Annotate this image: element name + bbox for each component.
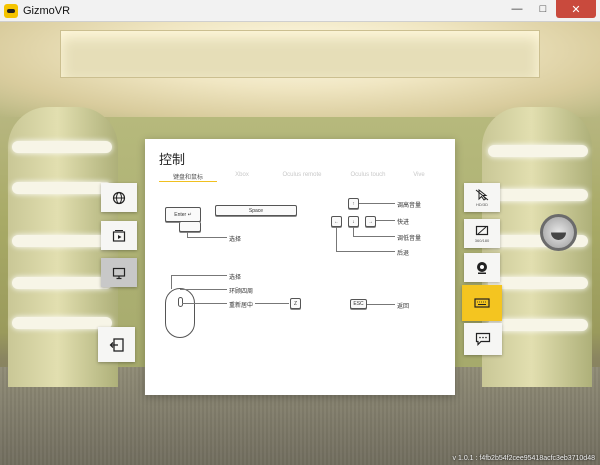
enter-key-base — [179, 222, 201, 232]
globe-icon — [112, 191, 126, 204]
tab-xbox[interactable]: Xbox — [217, 172, 267, 182]
controls-panel: 控制 键盘和鼠标 Xbox Oculus remote Oculus touch… — [145, 139, 455, 395]
left-menu-monitor-button[interactable] — [101, 258, 137, 287]
pointer-sub-label: HD/3D — [475, 201, 488, 207]
window-controls: — □ ✕ — [504, 0, 596, 18]
version-label: v 1.0.1 : f4fb2b54f2cee95418acfc3eb3710d… — [452, 455, 595, 462]
ceiling — [0, 22, 600, 117]
window-title: GizmoVR — [23, 4, 71, 17]
recenter-label: 重新居中 — [229, 303, 254, 309]
minimize-button[interactable]: — — [504, 0, 530, 18]
keyboard-icon — [474, 298, 490, 308]
panel-title: 控制 — [159, 152, 186, 167]
tab-keyboard-mouse[interactable]: 键盘和鼠标 — [159, 172, 217, 182]
enter-key: Enter ↵ — [165, 207, 201, 222]
tab-oculus-touch[interactable]: Oculus touch — [337, 172, 399, 182]
down-arrow-key: ↓ — [348, 216, 359, 227]
app-icon — [4, 3, 18, 18]
pointer-off-icon — [475, 188, 489, 201]
chat-icon — [475, 332, 491, 346]
left-menu-exit-button[interactable] — [98, 327, 135, 362]
right-menu-display-mode-button[interactable]: 360/180 — [464, 219, 500, 248]
right-menu-chat-button[interactable] — [464, 323, 502, 355]
display-mode-sub-label: 360/180 — [474, 237, 490, 243]
right-menu-pointer-button[interactable]: HD/3D — [464, 183, 500, 212]
right-arrow-key: → — [365, 216, 376, 227]
left-arrow-key: ← — [331, 216, 342, 227]
close-button[interactable]: ✕ — [556, 0, 596, 18]
controller-tabs: 键盘和鼠标 Xbox Oculus remote Oculus touch Vi… — [159, 172, 439, 182]
down-label: 调低音量 — [397, 236, 422, 242]
media-folder-icon — [112, 229, 126, 242]
display-mode-icon — [475, 225, 489, 235]
esc-label: 返回 — [397, 304, 410, 310]
esc-key: ESC — [350, 299, 367, 309]
eye-icon — [477, 261, 487, 274]
right-menu-keyboard-button[interactable] — [462, 285, 502, 321]
monitor-icon — [112, 267, 126, 279]
left-label: 后退 — [397, 251, 410, 257]
up-arrow-key: ↑ — [348, 198, 359, 209]
recenter-z-key: Z — [290, 298, 301, 309]
up-label: 调高音量 — [397, 203, 422, 209]
left-menu-media-button[interactable] — [101, 221, 137, 250]
mouse-select-label: 选择 — [229, 275, 242, 281]
mouse-diagram-icon — [165, 288, 195, 338]
enter-label: 选择 — [229, 237, 242, 243]
left-menu-globe-button[interactable] — [101, 183, 137, 212]
right-label: 快进 — [397, 220, 410, 226]
mouse-look-label: 环顾四周 — [229, 289, 254, 295]
space-key: Space — [215, 205, 297, 216]
tab-vive[interactable]: Vive — [399, 172, 439, 182]
right-menu-eye-button[interactable] — [464, 253, 500, 282]
exit-icon — [109, 337, 124, 352]
gizmo-orb-icon[interactable] — [540, 214, 577, 251]
tab-oculus-remote[interactable]: Oculus remote — [267, 172, 337, 182]
title-bar: GizmoVR — □ ✕ — [0, 0, 600, 22]
maximize-button[interactable]: □ — [530, 0, 556, 18]
